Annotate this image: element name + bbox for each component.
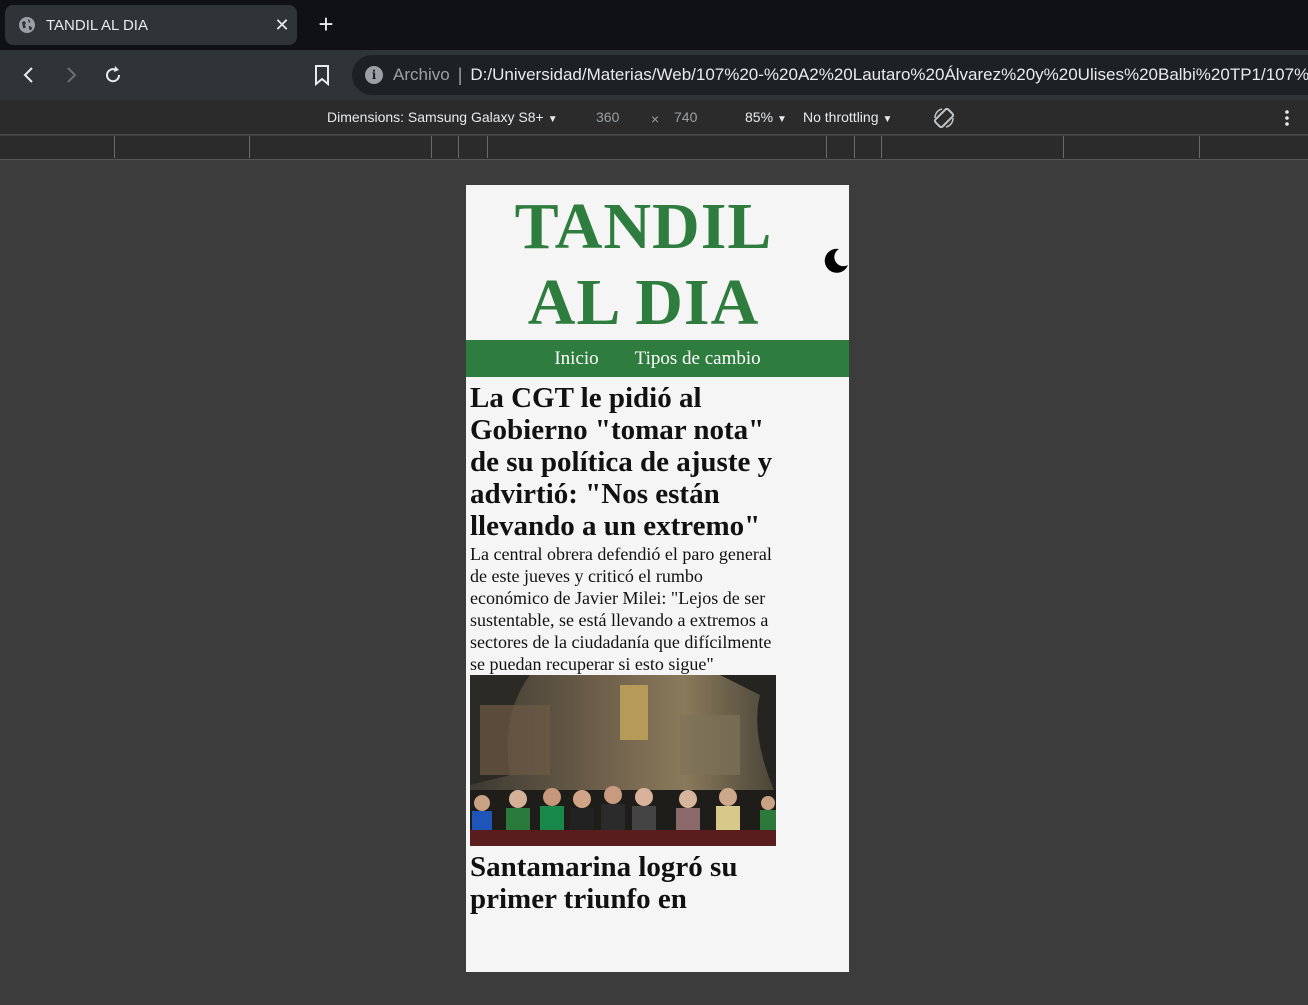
forward-icon [67, 67, 77, 83]
device-toolbar: Dimensions: Samsung Galaxy S8+ ▼ 360 × 74… [0, 100, 1308, 135]
height-input[interactable]: 740 [674, 109, 697, 125]
ruler-tick [431, 136, 432, 158]
article-title[interactable]: Santamarina logró su primer triunfo en [470, 851, 780, 915]
ruler-tick [881, 136, 882, 158]
ruler-tick [249, 136, 250, 158]
article-list: La CGT le pidió al Gobierno "tomar nota"… [470, 382, 780, 915]
zoom-selector[interactable]: 85% ▼ [745, 109, 787, 125]
back-button[interactable] [15, 61, 43, 89]
site-logo[interactable]: TANDIL AL DIA [466, 189, 821, 341]
device-selector[interactable]: Dimensions: Samsung Galaxy S8+ ▼ [327, 109, 558, 125]
back-icon [23, 67, 33, 83]
chevron-down-icon: ▼ [882, 114, 893, 125]
nav-link-inicio[interactable]: Inicio [554, 348, 598, 370]
scheme-label: Archivo [393, 65, 450, 84]
zoom-label: 85% [745, 109, 774, 125]
throttling-selector[interactable]: No throttling ▼ [803, 109, 892, 125]
bookmark-icon[interactable] [312, 64, 332, 86]
ruler-tick [826, 136, 827, 158]
browser-tab[interactable]: TANDIL AL DIA ✕ [5, 5, 297, 45]
browser-toolbar: i Archivo | D:/Universidad/Materias/Web/… [0, 50, 1308, 100]
reload-button[interactable] [99, 61, 127, 89]
ruler-tick [854, 136, 855, 158]
ruler-tick [487, 136, 488, 158]
throttling-label: No throttling [803, 109, 879, 125]
ruler-tick [1199, 136, 1200, 158]
device-label: Dimensions: Samsung Galaxy S8+ [327, 109, 544, 125]
site-header: TANDIL AL DIA [466, 185, 849, 340]
forward-button[interactable] [57, 61, 85, 89]
device-viewport: TANDIL AL DIA Inicio Tipos de cambio La … [466, 185, 849, 972]
close-tab-icon[interactable]: ✕ [267, 15, 297, 36]
tab-strip: TANDIL AL DIA ✕ + [0, 0, 1308, 50]
url-text[interactable]: D:/Universidad/Materias/Web/107%20-%20A2… [470, 65, 1308, 85]
ruler-tick [114, 136, 115, 158]
reload-icon [106, 66, 121, 83]
article-title[interactable]: La CGT le pidió al Gobierno "tomar nota"… [470, 382, 780, 542]
site-nav: Inicio Tipos de cambio [466, 340, 849, 377]
address-bar[interactable]: i Archivo | D:/Universidad/Materias/Web/… [352, 55, 1308, 95]
info-icon[interactable]: i [365, 66, 383, 84]
width-input[interactable]: 360 [596, 109, 619, 125]
media-query-bar[interactable] [0, 136, 1308, 160]
moon-icon[interactable] [821, 246, 849, 274]
chevron-down-icon: ▼ [547, 114, 558, 125]
globe-icon [19, 17, 35, 33]
dimension-times: × [651, 111, 660, 127]
ruler-tick [1063, 136, 1064, 158]
tab-title: TANDIL AL DIA [46, 16, 148, 34]
more-options-icon[interactable] [1281, 108, 1293, 128]
chevron-down-icon: ▼ [777, 114, 787, 125]
rotate-icon[interactable] [932, 106, 956, 130]
nav-link-tipos-de-cambio[interactable]: Tipos de cambio [635, 348, 761, 370]
url-separator: | [457, 64, 463, 85]
new-tab-button[interactable]: + [312, 10, 340, 38]
article-photo[interactable] [470, 675, 776, 846]
article-summary: La central obrera defendió el paro gener… [470, 544, 772, 674]
ruler-tick [458, 136, 459, 158]
